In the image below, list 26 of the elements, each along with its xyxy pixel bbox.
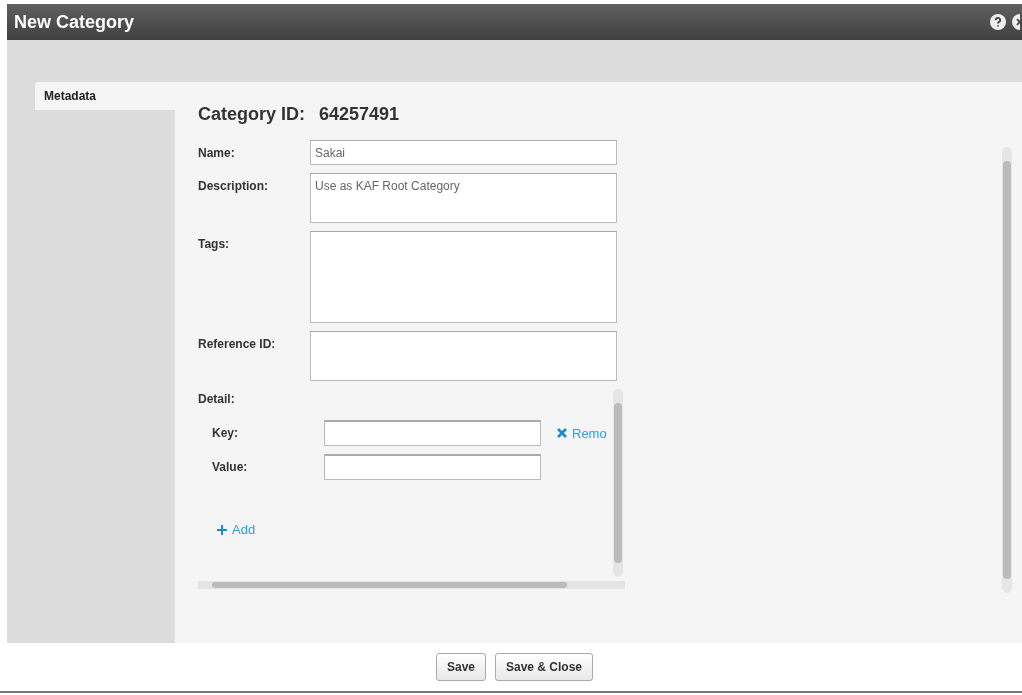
window-title: New Category xyxy=(14,11,136,33)
key-field[interactable] xyxy=(324,420,541,446)
field-label: Tags: xyxy=(198,236,231,253)
close-icon[interactable] xyxy=(1012,14,1022,30)
save-and-close-button[interactable]: Save & Close xyxy=(495,653,594,681)
help-icon[interactable] xyxy=(990,14,1006,30)
tab[interactable]: Metadata xyxy=(35,82,175,110)
reference-id-field[interactable] xyxy=(310,331,617,381)
field-label: Description: xyxy=(198,178,269,195)
x-icon xyxy=(557,428,567,438)
horizontal-scrollbar[interactable] xyxy=(198,581,625,589)
description-field[interactable]: Use as KAF Root Category xyxy=(310,173,617,223)
save-button[interactable]: Save xyxy=(435,653,486,681)
field-label: Reference ID: xyxy=(198,336,277,353)
key-label: Key: xyxy=(212,426,239,440)
value-field[interactable] xyxy=(324,454,541,480)
tags-field[interactable] xyxy=(310,231,617,323)
scrollbar[interactable] xyxy=(1002,147,1012,593)
detail-label: Detail: xyxy=(198,391,236,406)
category-id-value: 64257491 xyxy=(319,104,400,125)
field-label: Name: xyxy=(198,145,236,162)
scrollbar[interactable] xyxy=(613,389,623,577)
name-field[interactable]: Sakai xyxy=(310,140,617,165)
value-label: Value: xyxy=(212,460,249,474)
category-id-label: Category ID: xyxy=(198,104,305,125)
plus-icon xyxy=(217,524,227,535)
